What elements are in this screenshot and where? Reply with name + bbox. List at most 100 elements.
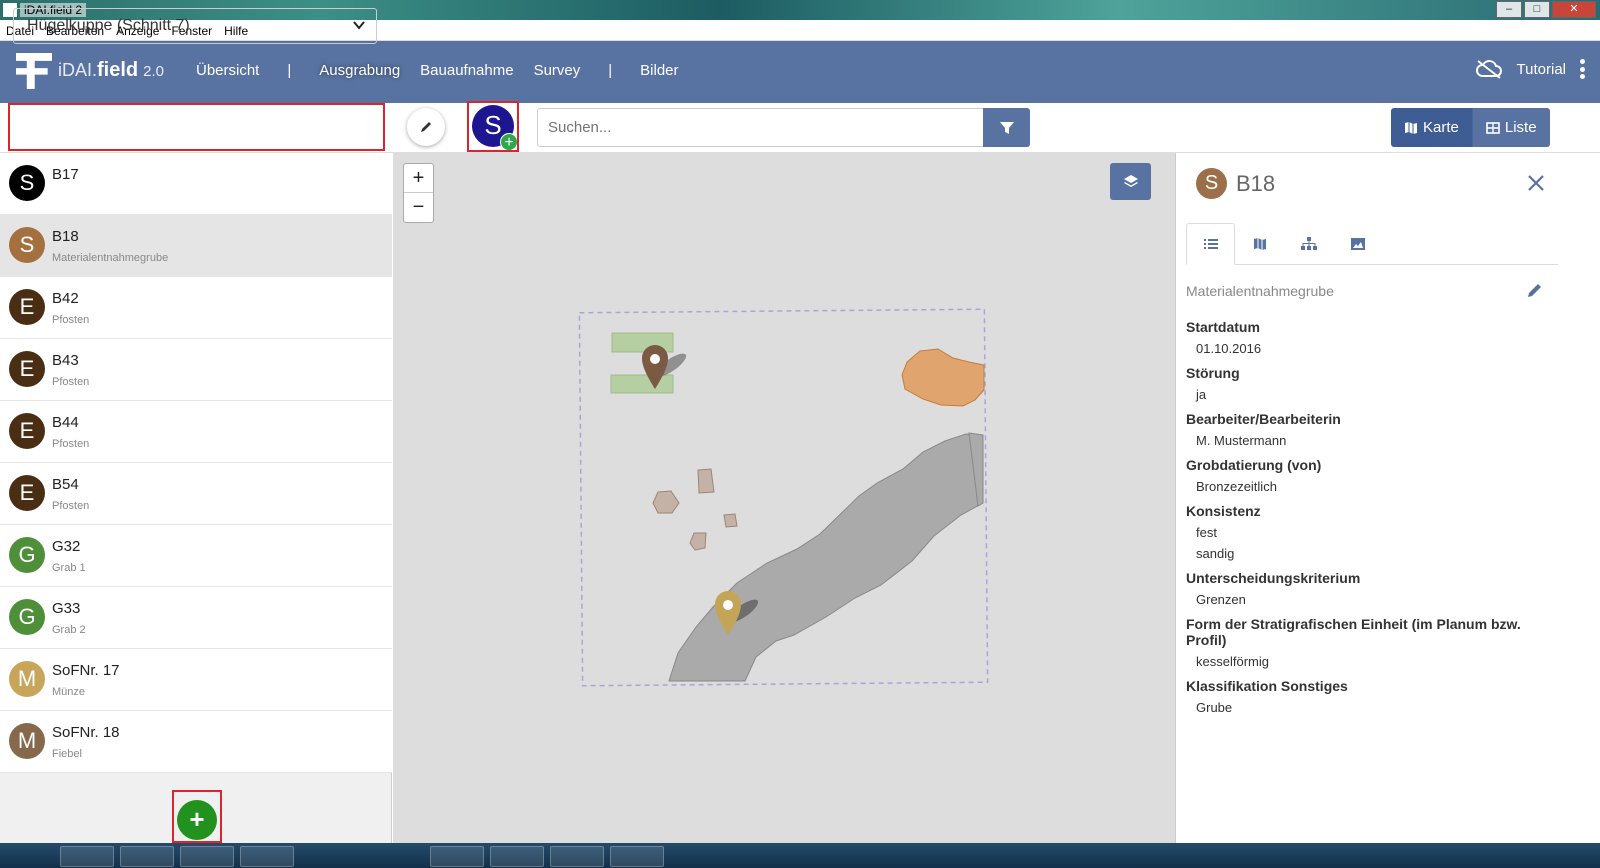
navbar: iDAI.field 2.0 Übersicht | Ausgrabung Ba… <box>0 41 1600 103</box>
field-value: M. Mustermann <box>1196 433 1287 448</box>
minimize-button[interactable]: – <box>1496 1 1522 18</box>
list-item[interactable]: E B43 Pfosten <box>0 339 392 401</box>
list-item[interactable]: M SoFNr. 18 Fiebel <box>0 711 392 773</box>
field-label: Konsistenz <box>1186 503 1261 519</box>
list-item[interactable]: E B54 Pfosten <box>0 463 392 525</box>
list-item[interactable]: S B18 Materialentnahmegrube <box>0 215 392 277</box>
field-group: Klassifikation Sonstiges Grube <box>1186 678 1556 715</box>
type-avatar: S <box>9 165 45 201</box>
field-label: Bearbeiter/Bearbeiterin <box>1186 411 1341 427</box>
tab-hierarchy[interactable] <box>1284 223 1333 265</box>
logo-field: field <box>97 59 139 81</box>
resource-identifier: B54 <box>52 476 79 493</box>
taskbar-item[interactable] <box>490 846 544 867</box>
type-avatar: M <box>9 723 45 759</box>
close-icon[interactable] <box>1526 173 1546 193</box>
table-icon <box>1486 121 1500 134</box>
layer-menu-button[interactable] <box>1110 163 1151 200</box>
list-item[interactable]: G G33 Grab 2 <box>0 587 392 649</box>
operation-select[interactable]: Hügelkuppe (Schnitt 7) <box>13 8 377 44</box>
maximize-button[interactable]: □ <box>1524 1 1550 18</box>
view-toggle: Karte Liste <box>1391 108 1550 147</box>
list-view-label: Liste <box>1504 119 1537 136</box>
type-avatar: G <box>9 599 45 635</box>
chevron-down-icon <box>353 21 365 30</box>
stone-feature[interactable] <box>652 490 680 514</box>
taskbar-item[interactable] <box>550 846 604 867</box>
field-label: Klassifikation Sonstiges <box>1186 678 1348 694</box>
logo-icon <box>16 53 52 89</box>
sitemap-icon <box>1300 237 1317 250</box>
edit-operation-button[interactable] <box>407 108 445 146</box>
taskbar-item[interactable] <box>60 846 114 867</box>
stone-feature[interactable] <box>723 513 738 528</box>
close-window-button[interactable]: ✕ <box>1552 1 1596 18</box>
stone-feature[interactable] <box>689 532 707 551</box>
field-value: Grube <box>1196 700 1233 715</box>
detail-identifier: B18 <box>1236 171 1276 196</box>
detail-tabs <box>1186 223 1558 265</box>
pencil-icon[interactable] <box>1526 281 1544 299</box>
more-vert-icon[interactable] <box>1580 59 1586 79</box>
resource-identifier: B18 <box>52 228 79 245</box>
map-view-button[interactable]: Karte <box>1391 108 1472 147</box>
zoom-control: + − <box>403 163 434 223</box>
field-group: Bearbeiter/Bearbeiterin M. Mustermann <box>1186 411 1556 448</box>
logo[interactable]: iDAI.field 2.0 <box>58 59 164 82</box>
nav-bauaufnahme[interactable]: Bauaufnahme <box>420 62 513 79</box>
list-view-button[interactable]: Liste <box>1471 108 1550 147</box>
zoom-out-button[interactable]: − <box>404 193 433 222</box>
filter-button[interactable] <box>983 108 1030 147</box>
os-taskbar <box>0 843 1600 868</box>
nav-ausgrabung[interactable]: Ausgrabung <box>319 62 400 79</box>
field-label: Störung <box>1186 365 1240 381</box>
type-avatar: E <box>9 413 45 449</box>
map-view-label: Karte <box>1423 119 1459 136</box>
list-item[interactable]: G G32 Grab 1 <box>0 525 392 587</box>
field-group: Unterscheidungskriterium Grenzen <box>1186 570 1556 607</box>
resource-short-description: Pfosten <box>52 376 90 388</box>
resource-short-description: Pfosten <box>52 438 90 450</box>
map[interactable]: + − <box>393 153 1175 843</box>
tab-fields[interactable] <box>1186 223 1235 265</box>
tab-geometry[interactable] <box>1235 223 1284 265</box>
stone-feature[interactable] <box>697 468 715 494</box>
layer-feature[interactable] <box>668 433 984 682</box>
field-group: Startdatum 01.10.2016 <box>1186 319 1556 356</box>
logo-version: 2.0 <box>143 63 165 80</box>
pit-feature[interactable] <box>901 348 985 407</box>
list-item[interactable]: M SoFNr. 17 Münze <box>0 649 392 711</box>
list-item[interactable]: S B17 <box>0 153 392 215</box>
field-group: Form der Stratigrafischen Einheit (im Pl… <box>1186 616 1556 669</box>
field-label: Startdatum <box>1186 319 1260 335</box>
search-input[interactable] <box>537 108 984 147</box>
list-icon <box>1203 239 1218 249</box>
taskbar-item[interactable] <box>240 846 294 867</box>
resource-detail-panel: S B18 Materialentnahmegrube Startdatum 0… <box>1175 153 1600 843</box>
list-item[interactable]: E B44 Pfosten <box>0 401 392 463</box>
resource-identifier: B17 <box>52 166 79 183</box>
taskbar-item[interactable] <box>610 846 664 867</box>
nav-survey[interactable]: Survey <box>534 62 581 79</box>
taskbar-item[interactable] <box>180 846 234 867</box>
zoom-in-button[interactable]: + <box>404 164 433 193</box>
field-group: Konsistenz fest sandig <box>1186 503 1556 561</box>
grave-feature[interactable] <box>610 374 674 394</box>
tutorial-link[interactable]: Tutorial <box>1517 61 1566 78</box>
resource-identifier: B44 <box>52 414 79 431</box>
nav-bilder[interactable]: Bilder <box>640 62 678 79</box>
map-canvas[interactable] <box>393 153 1175 843</box>
resource-identifier: G33 <box>52 600 81 617</box>
type-avatar: G <box>9 537 45 573</box>
resource-short-description: Pfosten <box>52 314 90 326</box>
tab-images[interactable] <box>1333 223 1382 265</box>
taskbar-item[interactable] <box>120 846 174 867</box>
taskbar-item[interactable] <box>430 846 484 867</box>
type-avatar: E <box>9 475 45 511</box>
field-label: Form der Stratigrafischen Einheit (im Pl… <box>1186 616 1521 648</box>
list-item[interactable]: E B42 Pfosten <box>0 277 392 339</box>
highlight-box <box>172 790 222 843</box>
nav-uebersicht[interactable]: Übersicht <box>196 62 259 79</box>
cloud-off-icon[interactable] <box>1475 59 1503 79</box>
resource-short-description: Fiebel <box>52 748 82 760</box>
